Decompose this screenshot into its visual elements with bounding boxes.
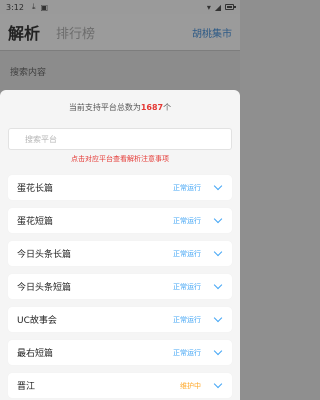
signal-icon: ◢ (214, 2, 221, 12)
chevron-down-icon[interactable] (213, 280, 223, 290)
platform-name: 蛋花长篇 (17, 184, 54, 194)
platform-status: 正常运行 (173, 315, 201, 324)
platform-name: UC故事会 (17, 316, 57, 326)
platform-name: 今日头条长篇 (17, 250, 72, 260)
market-link[interactable]: 胡桃集市 (192, 25, 232, 40)
platform-item[interactable]: 今日头条短篇 正常运行 (8, 274, 232, 299)
platform-status: 正常运行 (173, 249, 201, 258)
app-header: 解析 排行榜 胡桃集市 (0, 14, 240, 50)
platform-sheet: 当前支持平台总数为1687个 点击对应平台查看解析注意事项 蛋花长篇 正常运行 … (0, 90, 240, 400)
platform-count-text: 当前支持平台总数为1687个 (0, 102, 240, 113)
tab-ranking[interactable]: 排行榜 (56, 23, 95, 42)
chevron-down-icon[interactable] (213, 313, 223, 323)
sim-card-icon: ▣ (40, 2, 49, 12)
status-bar: 3:12 ⤓ ▣ ▾ ◢ (0, 0, 240, 14)
platform-item[interactable]: UC故事会 正常运行 (8, 307, 232, 332)
platform-name: 晋江 (17, 382, 36, 392)
platform-search-input[interactable] (8, 128, 232, 150)
chevron-down-icon[interactable] (213, 379, 223, 389)
platform-item[interactable]: 蛋花长篇 正常运行 (8, 175, 232, 200)
platform-name: 最右短篇 (17, 349, 54, 359)
chevron-down-icon[interactable] (213, 346, 223, 356)
platform-name: 今日头条短篇 (17, 283, 72, 293)
battery-icon (225, 4, 236, 10)
platform-name: 蛋花短篇 (17, 217, 54, 227)
platform-status: 维护中 (180, 381, 201, 390)
count-prefix: 当前支持平台总数为 (68, 103, 141, 112)
platform-status: 正常运行 (173, 282, 201, 291)
download-icon: ⤓ (31, 2, 36, 11)
platform-status: 正常运行 (173, 183, 201, 192)
count-suffix: 个 (163, 103, 172, 112)
platform-item[interactable]: 最右短篇 正常运行 (8, 340, 232, 365)
tab-parse[interactable]: 解析 (8, 20, 40, 44)
chevron-down-icon[interactable] (213, 247, 223, 257)
chevron-down-icon[interactable] (213, 181, 223, 191)
notice-text: 点击对应平台查看解析注意事项 (71, 155, 169, 163)
chevron-down-icon[interactable] (213, 214, 223, 224)
platform-item[interactable]: 蛋花短篇 正常运行 (8, 208, 232, 233)
platform-item[interactable]: 今日头条长篇 正常运行 (8, 241, 232, 266)
platform-list: 蛋花长篇 正常运行 蛋花短篇 正常运行 今日头条长篇 正常运行 今日头条短篇 正… (8, 175, 232, 400)
background-search-area[interactable]: 搜索内容 (0, 50, 240, 90)
background-search-label: 搜索内容 (10, 68, 47, 78)
platform-item[interactable]: 晋江 维护中 (8, 373, 232, 398)
status-time: 3:12 (6, 2, 24, 12)
count-value: 1687 (140, 103, 164, 112)
wifi-icon: ▾ (206, 2, 211, 12)
platform-status: 正常运行 (173, 216, 201, 225)
platform-status: 正常运行 (173, 348, 201, 357)
